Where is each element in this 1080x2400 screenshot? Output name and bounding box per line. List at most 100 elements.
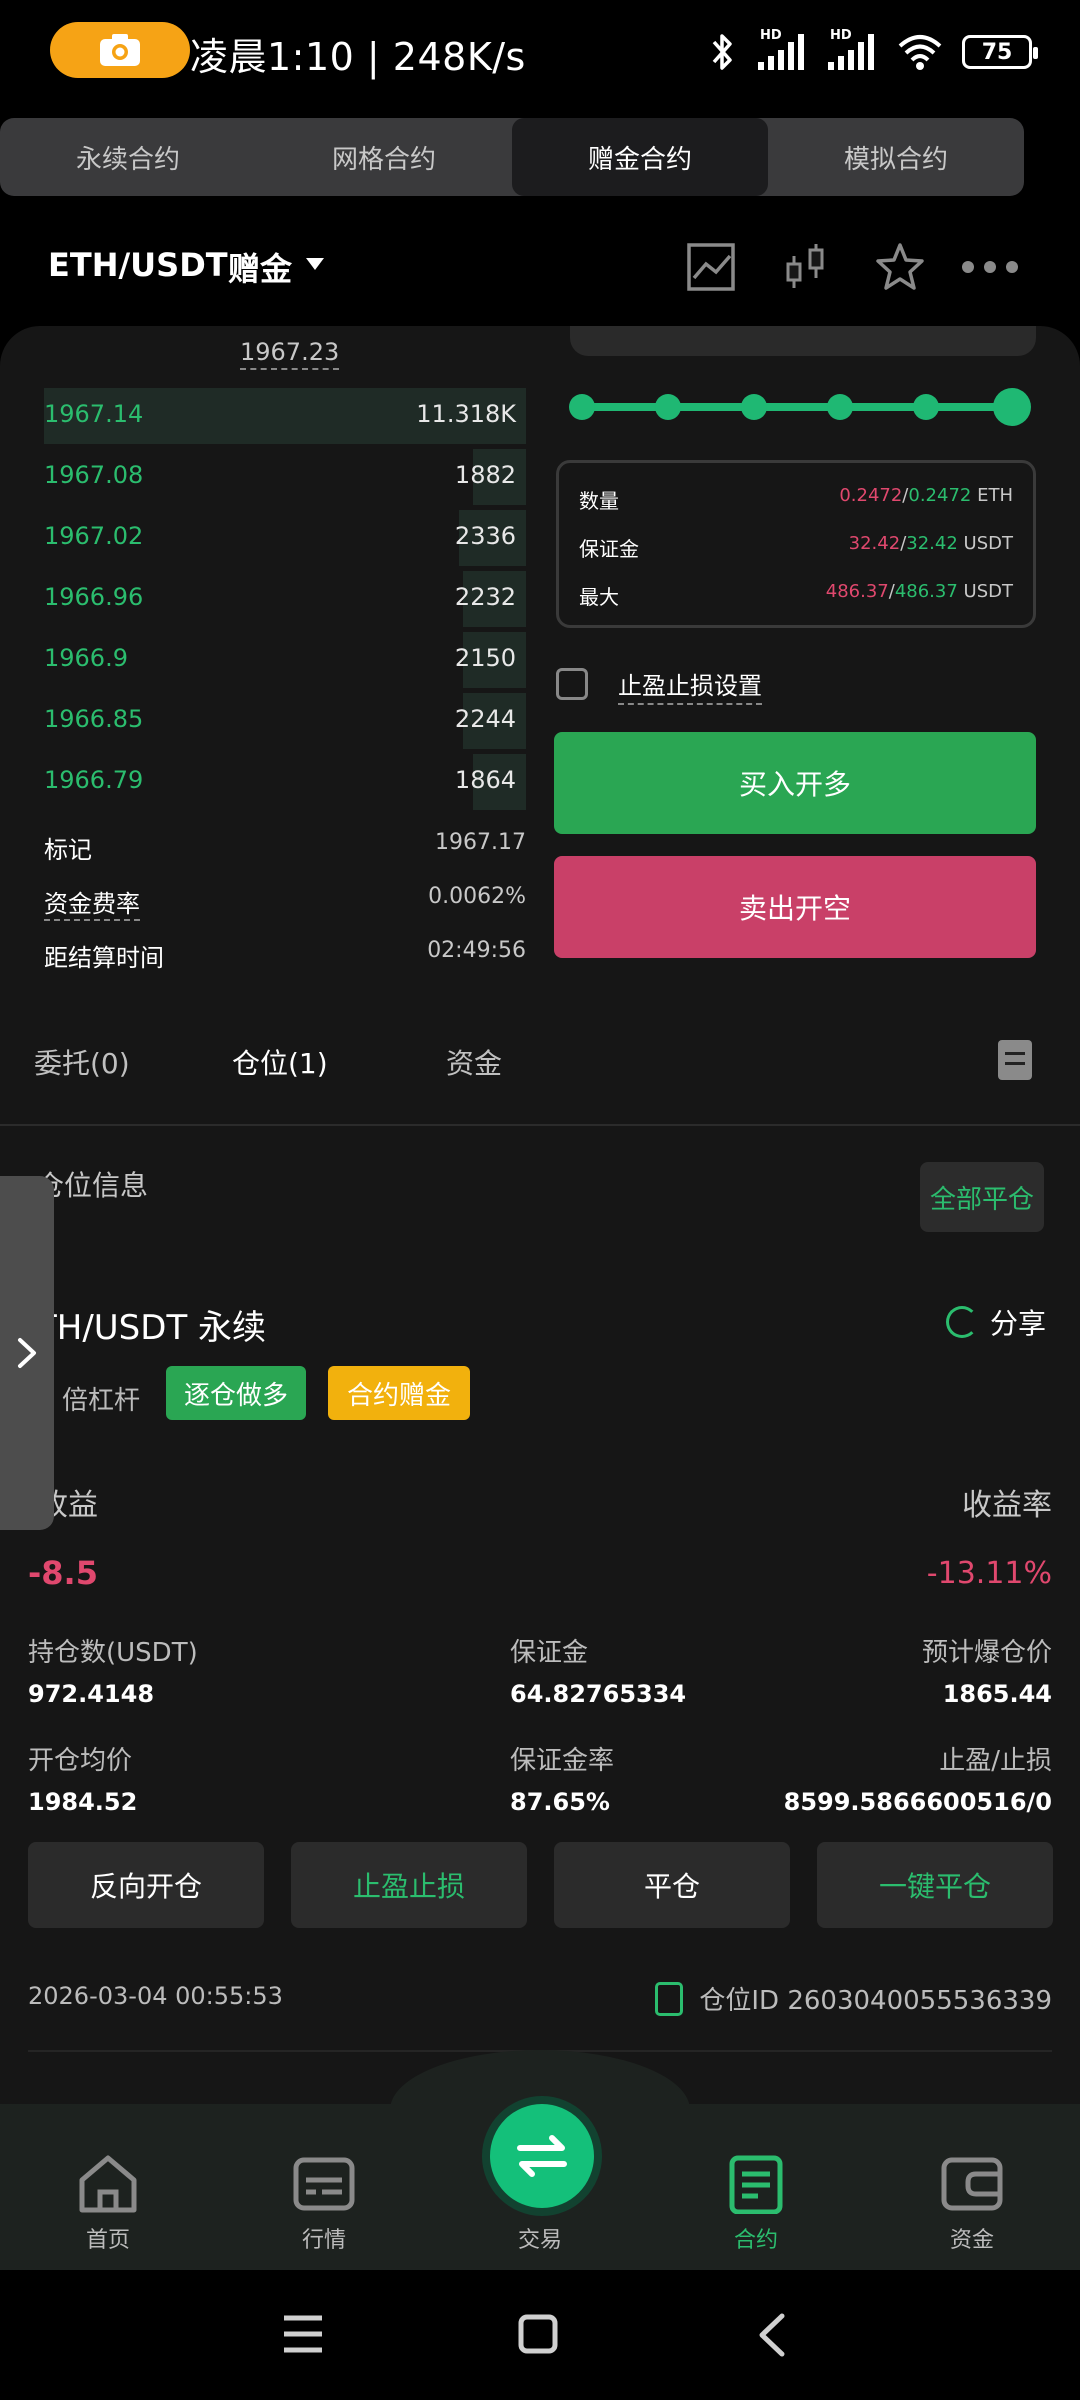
margin-rate-value: 87.65% [510,1788,610,1816]
tab-demo[interactable]: 模拟合约 [768,118,1024,196]
slider-track[interactable] [580,403,1010,411]
nav-assets[interactable]: 资金 [902,2104,1042,2270]
margin-value: 64.82765334 [510,1680,687,1708]
reference-price[interactable]: 1967.23 [240,338,340,370]
order-book-price: 1966.96 [44,583,144,611]
candlestick-icon[interactable] [784,242,828,292]
close-position-button[interactable]: 平仓 [554,1842,790,1928]
tag-isolated-long: 逐仓做多 [166,1366,306,1420]
home-icon [79,2155,137,2213]
status-time-speed: 凌晨1:10 | 248K/s [190,35,526,79]
order-book-price: 1967.14 [44,400,144,428]
slider-step-dot[interactable] [741,394,767,420]
order-book-row[interactable]: 1966.9 2150 [44,630,526,690]
order-book-price: 1967.08 [44,461,144,489]
market-icon [293,2157,355,2211]
tag-contract-bonus: 合约赠金 [328,1366,470,1420]
qty-line: 数量 0.2472/0.2472 ETH [579,485,1013,513]
amount-slider[interactable] [569,386,1031,426]
leverage-input-edge[interactable] [570,326,1036,356]
copy-id-icon[interactable] [655,1981,684,2016]
sell-short-button[interactable]: 卖出开空 [554,856,1036,958]
margin-line: 保证金 32.42/32.42 USDT [579,533,1013,561]
tab-orders[interactable]: 委托(0) [34,1042,130,1082]
back-icon[interactable] [756,2312,786,2358]
nav-trade-button[interactable] [490,2104,594,2208]
order-book-qty: 2232 [454,583,516,611]
slider-step-dot[interactable] [913,394,939,420]
swap-icon [517,2135,567,2177]
status-bar: 凌晨1:10 | 248K/s HD HD 75 [0,0,1080,104]
quick-close-button[interactable]: 一键平仓 [817,1842,1053,1928]
menu-icon[interactable] [282,2314,324,2354]
screen-record-pill[interactable] [50,22,190,78]
order-book-price: 1966.85 [44,705,144,733]
margin-label: 保证金 [510,1638,589,1668]
status-icons: HD HD 75 [708,28,1038,76]
position-id[interactable]: 仓位ID 2603040055536339 [655,1980,1052,2017]
order-book-row[interactable]: 1966.85 2244 [44,691,526,751]
share-button[interactable]: 分享 [946,1302,1046,1342]
mark-value: 1967.17 [435,830,526,855]
max-line: 最大 486.37/486.37 USDT [579,581,1013,609]
tpsl-value: 8599.5866600516/0 [783,1788,1052,1816]
nav-contract[interactable]: 合约 [686,2104,826,2270]
mark-label: 标记 [44,836,92,864]
entry-value: 1984.52 [28,1788,138,1816]
liquidation-label: 预计爆仓价 [921,1638,1052,1668]
pair-mode[interactable]: 赠金 [228,244,292,290]
document-icon[interactable] [998,1040,1032,1080]
signal-icon-2: HD [826,28,878,72]
caret-down-icon[interactable] [306,258,324,270]
nav-home[interactable]: 首页 [38,2104,178,2270]
order-book-qty: 1882 [454,461,516,489]
liquidation-value: 1865.44 [942,1680,1052,1708]
pair-name[interactable]: ETH/USDT [48,246,228,284]
order-book-qty: 2244 [454,705,516,733]
wifi-icon [898,35,942,70]
leverage-label: 倍杠杆 [62,1386,141,1416]
settle-label: 距结算时间 [44,944,164,972]
order-book-qty: 2336 [454,522,516,550]
reverse-open-button[interactable]: 反向开仓 [28,1842,264,1928]
order-book-row[interactable]: 1966.79 1864 [44,752,526,812]
tp-sl-checkbox[interactable] [556,668,588,700]
more-icon[interactable] [960,242,1020,292]
tab-perpetual[interactable]: 永续合约 [0,118,256,196]
contract-type-tabs: 永续合约 网格合约 赠金合约 模拟合约 [0,118,1024,196]
position-symbol: TH/USDT 永续 [36,1308,267,1348]
order-book-price: 1967.02 [44,522,144,550]
side-drawer-handle[interactable] [0,1176,54,1530]
nav-market[interactable]: 行情 [254,2104,394,2270]
settlement-row: 距结算时间 02:49:56 [44,938,526,978]
tab-positions[interactable]: 仓位(1) [232,1042,328,1082]
slider-step-dot[interactable] [655,394,681,420]
funding-value: 0.0062% [428,884,526,909]
pair-header: ETH/USDT 赠金 [0,222,1080,312]
order-book-row[interactable]: 1966.96 2232 [44,569,526,629]
order-book-row[interactable]: 1967.14 11.318K [44,386,526,446]
close-all-button[interactable]: 全部平仓 [920,1162,1044,1232]
tab-funds[interactable]: 资金 [446,1042,502,1082]
slider-step-dot[interactable] [827,394,853,420]
contract-icon [729,2155,783,2214]
order-book-qty: 2150 [454,644,516,672]
tab-grid[interactable]: 网格合约 [256,118,512,196]
slider-thumb[interactable] [993,388,1031,426]
slider-step-dot[interactable] [569,394,595,420]
entry-label: 开仓均价 [28,1746,133,1776]
funding-label[interactable]: 资金费率 [44,884,140,921]
tp-sl-settings-label[interactable]: 止盈止损设置 [618,666,762,705]
funding-rate-row: 资金费率 0.0062% [44,884,526,924]
pnl-value: -8.5 [28,1554,98,1592]
buy-long-button[interactable]: 买入开多 [554,732,1036,834]
home-square-icon[interactable] [518,2314,558,2354]
order-book-row[interactable]: 1967.08 1882 [44,447,526,507]
order-book-row[interactable]: 1967.02 2336 [44,508,526,568]
holding-value: 972.4148 [28,1680,155,1708]
tp-sl-button[interactable]: 止盈止损 [291,1842,527,1928]
star-icon[interactable] [874,242,926,292]
tab-bonus[interactable]: 赠金合约 [512,118,768,196]
tpsl-label: 止盈/止损 [939,1746,1052,1776]
chart-icon[interactable] [686,242,736,292]
